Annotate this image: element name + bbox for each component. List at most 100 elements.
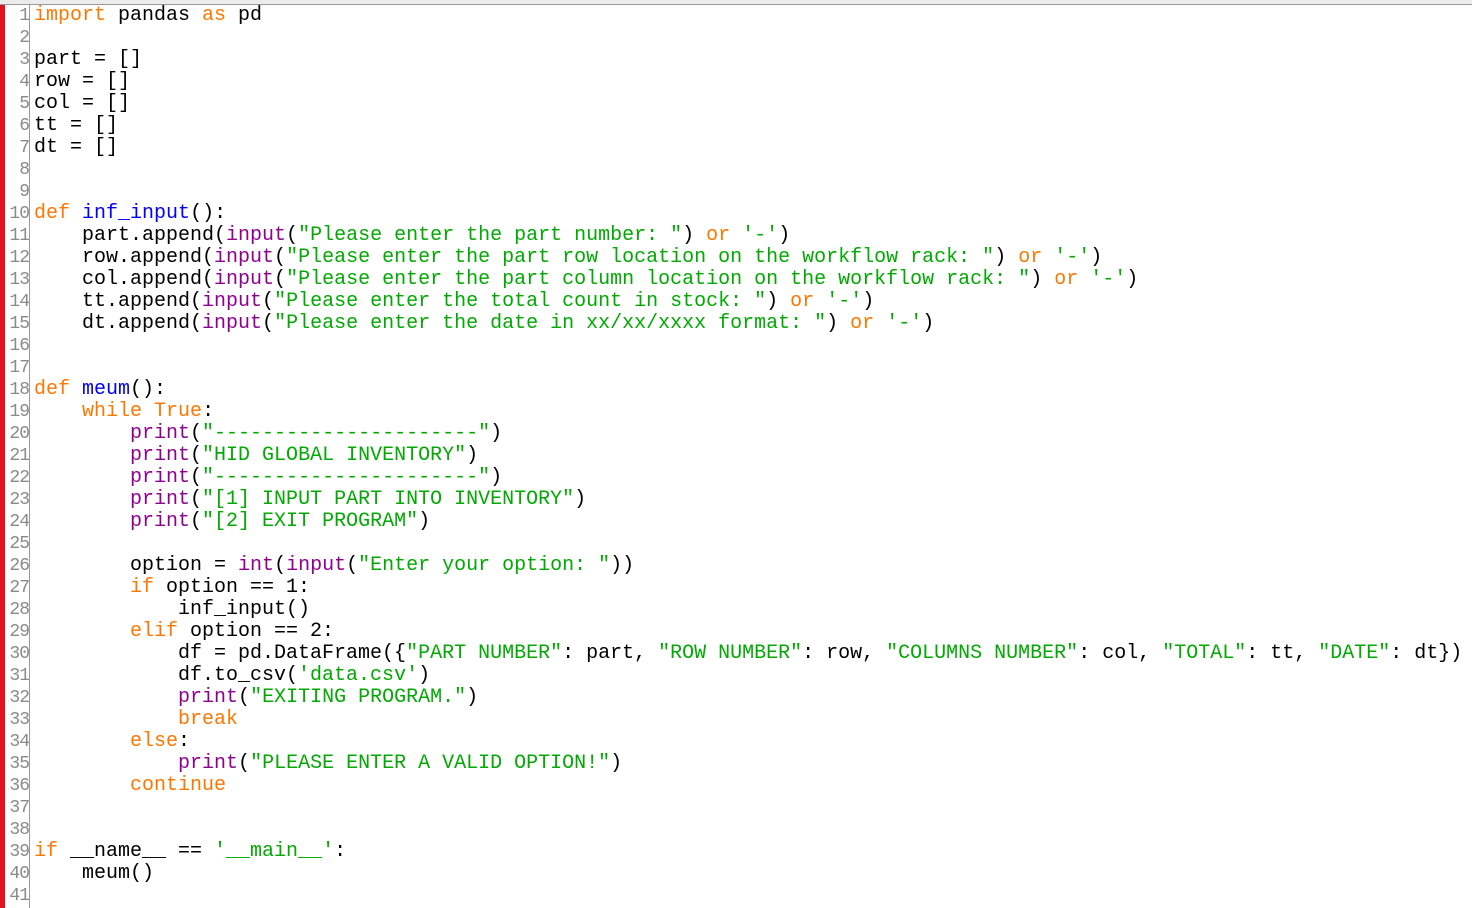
code-line[interactable]: meum()	[34, 863, 154, 885]
code-text: (	[238, 752, 251, 775]
code-text: )	[1126, 268, 1139, 291]
builtin-token: print	[130, 422, 191, 445]
code-text: option == 2:	[178, 620, 335, 643]
code-line[interactable]: row.append(input("Please enter the part …	[34, 247, 1102, 269]
code-text: df = pd.DataFrame({	[34, 642, 407, 665]
code-line[interactable]: df = pd.DataFrame({"PART NUMBER": part, …	[34, 643, 1462, 665]
code-line[interactable]: continue	[34, 775, 226, 797]
code-line[interactable]: else:	[34, 731, 190, 753]
line-number: 32	[9, 688, 30, 708]
string-token: "Please enter the total count in stock: …	[274, 290, 767, 313]
code-text: option =	[34, 554, 239, 577]
line-number: 7	[19, 138, 30, 158]
code-line[interactable]: inf_input()	[34, 599, 310, 621]
code-text: (	[190, 488, 203, 511]
code-text: dt = []	[34, 136, 119, 159]
keyword-token: continue	[130, 774, 227, 797]
code-line[interactable]: dt = []	[34, 137, 118, 159]
line-number: 27	[9, 578, 30, 598]
code-line[interactable]: if option == 1:	[34, 577, 310, 599]
code-line[interactable]: print("EXITING PROGRAM.")	[34, 687, 478, 709]
code-text: (	[262, 312, 275, 335]
code-text: )	[418, 664, 431, 687]
builtin-token: print	[130, 466, 191, 489]
code-line[interactable]: print("[1] INPUT PART INTO INVENTORY")	[34, 489, 586, 511]
line-number: 16	[9, 336, 30, 356]
code-line[interactable]: df.to_csv('data.csv')	[34, 665, 430, 687]
code-line[interactable]: dt.append(input("Please enter the date i…	[34, 313, 934, 335]
code-line[interactable]: print("PLEASE ENTER A VALID OPTION!")	[34, 753, 622, 775]
code-text: )	[418, 510, 431, 533]
code-text: )	[766, 290, 791, 313]
code-line[interactable]: def meum():	[34, 379, 166, 401]
builtin-token: input	[214, 246, 275, 269]
code-text: )	[490, 422, 503, 445]
builtin-token: input	[202, 290, 263, 313]
code-text: (	[262, 290, 275, 313]
line-number: 34	[9, 732, 30, 752]
string-token: "----------------------"	[202, 422, 491, 445]
code-line[interactable]: tt.append(input("Please enter the total …	[34, 291, 874, 313]
code-line[interactable]: print("----------------------")	[34, 423, 502, 445]
code-text: (	[286, 224, 299, 247]
code-line[interactable]: print("----------------------")	[34, 467, 502, 489]
code-text: df.to_csv(	[34, 664, 299, 687]
keyword-token: as	[202, 4, 227, 27]
code-line[interactable]: while True:	[34, 401, 214, 423]
code-line[interactable]: import pandas as pd	[34, 5, 262, 27]
code-line[interactable]: col.append(input("Please enter the part …	[34, 269, 1138, 291]
line-number: 9	[19, 182, 30, 202]
code-text: :	[178, 730, 191, 753]
code-text: )	[466, 444, 479, 467]
code-text: meum()	[34, 862, 155, 885]
line-number: 36	[9, 776, 30, 796]
code-line[interactable]: part = []	[34, 49, 142, 71]
line-number: 33	[9, 710, 30, 730]
string-token: "[2] EXIT PROGRAM"	[202, 510, 419, 533]
code-line[interactable]: part.append(input("Please enter the part…	[34, 225, 790, 247]
code-line[interactable]: elif option == 2:	[34, 621, 334, 643]
code-text: : dt})	[1390, 642, 1463, 665]
keyword-token: if	[130, 576, 155, 599]
keyword-token: or	[850, 312, 875, 335]
string-token: "[1] INPUT PART INTO INVENTORY"	[202, 488, 575, 511]
string-token: "HID GLOBAL INVENTORY"	[202, 444, 467, 467]
string-token: '-'	[742, 224, 779, 247]
code-text: (	[190, 466, 203, 489]
line-number: 39	[9, 842, 30, 862]
code-line[interactable]: if __name__ == '__main__':	[34, 841, 346, 863]
string-token: "Enter your option: "	[358, 554, 611, 577]
code-text: col.append(	[34, 268, 215, 291]
builtin-token: input	[286, 554, 347, 577]
keyword-token: or	[1054, 268, 1079, 291]
code-text: row.append(	[34, 246, 215, 269]
string-token: 'data.csv'	[298, 664, 419, 687]
line-number: 40	[9, 864, 30, 884]
code-line[interactable]: row = []	[34, 71, 130, 93]
code-line[interactable]: break	[34, 709, 238, 731]
code-text: )	[490, 466, 503, 489]
code-line[interactable]: print("HID GLOBAL INVENTORY")	[34, 445, 478, 467]
code-text: : row,	[802, 642, 887, 665]
builtin-token: input	[214, 268, 275, 291]
line-number: 12	[9, 248, 30, 268]
string-token: '-'	[886, 312, 923, 335]
code-line[interactable]: option = int(input("Enter your option: "…	[34, 555, 634, 577]
code-line[interactable]: def inf_input():	[34, 203, 226, 225]
line-number: 2	[19, 28, 30, 48]
function-name-token: meum	[82, 378, 131, 401]
code-text: tt.append(	[34, 290, 203, 313]
code-text: option == 1:	[154, 576, 311, 599]
code-text: )	[826, 312, 851, 335]
line-number: 26	[9, 556, 30, 576]
code-line[interactable]: tt = []	[34, 115, 118, 137]
code-line[interactable]: print("[2] EXIT PROGRAM")	[34, 511, 430, 533]
keyword-token: break	[178, 708, 239, 731]
builtin-token: print	[178, 752, 239, 775]
code-line[interactable]: col = []	[34, 93, 130, 115]
